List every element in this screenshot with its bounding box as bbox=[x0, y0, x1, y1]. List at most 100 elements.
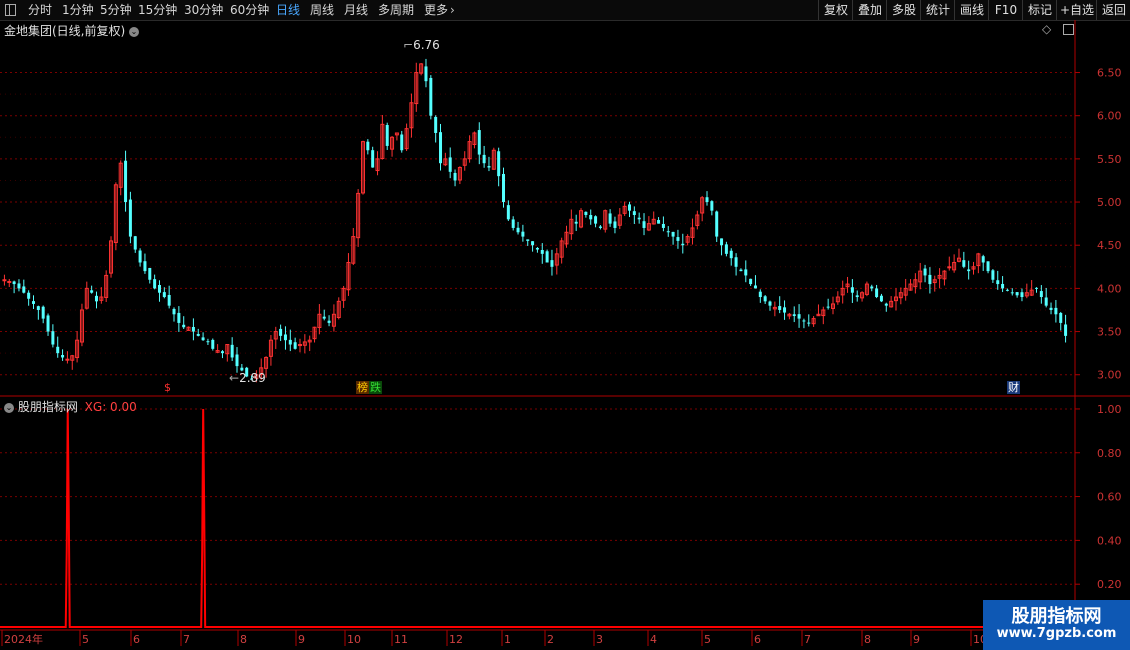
date-label: 5 bbox=[704, 633, 711, 646]
candle-body-down bbox=[51, 331, 55, 345]
candle-body-down bbox=[797, 314, 801, 319]
panel-controls: ◇ bbox=[1042, 22, 1075, 36]
watermark-logo: 股朋指标网 www.7gpzb.com bbox=[983, 600, 1130, 650]
candle-body-down bbox=[986, 261, 990, 272]
date-label: 2 bbox=[547, 633, 554, 646]
indicator-tick-label: 0.80 bbox=[1097, 447, 1122, 460]
candle-body-down bbox=[850, 287, 854, 293]
event-marker-finance[interactable]: 财 bbox=[1007, 381, 1020, 394]
candle-body-down bbox=[1039, 291, 1043, 298]
panel-toggle-icon[interactable] bbox=[1063, 24, 1075, 35]
indicator-tick-label: 0.20 bbox=[1097, 578, 1122, 591]
candle-body-down bbox=[598, 226, 602, 228]
candle-body-down bbox=[138, 250, 142, 263]
candle-body-down bbox=[439, 132, 443, 164]
candle-body-down bbox=[153, 279, 157, 289]
event-marker-dividend[interactable]: $ bbox=[163, 381, 172, 394]
date-label: 11 bbox=[394, 633, 408, 646]
indicator-tick-label: 0.60 bbox=[1097, 491, 1122, 504]
candle-body-down bbox=[535, 247, 539, 250]
candle-body-down bbox=[783, 307, 787, 313]
candle-body-down bbox=[172, 308, 176, 315]
candle-body-down bbox=[327, 320, 331, 323]
candle-body-down bbox=[792, 314, 796, 317]
candle-body-down bbox=[22, 286, 26, 293]
candle-body-down bbox=[744, 269, 748, 276]
price-tick-label: 3.50 bbox=[1097, 326, 1122, 339]
candle-body-down bbox=[177, 312, 181, 323]
candle-body-up bbox=[65, 358, 70, 361]
watermark-title: 股朋指标网 bbox=[1011, 606, 1102, 627]
candle-body-down bbox=[715, 211, 719, 237]
candle-body-down bbox=[482, 154, 486, 164]
price-tick-label: 6.50 bbox=[1097, 67, 1122, 80]
candle-body-down bbox=[31, 301, 35, 304]
candle-body-down bbox=[540, 250, 544, 254]
kline-chart[interactable]: 6.50 6.00 5.50 5.00 4.50 4.00 3.50 3.00 1.00 0.80… bbox=[0, 0, 1130, 650]
candle-body-down bbox=[293, 342, 297, 349]
candle-body-down bbox=[182, 324, 186, 328]
candle-body-down bbox=[666, 231, 670, 233]
candle-body-down bbox=[642, 221, 646, 228]
candle-body-down bbox=[1054, 307, 1058, 315]
candle-body-down bbox=[632, 211, 636, 215]
candle-body-down bbox=[506, 205, 510, 220]
date-label: 9 bbox=[298, 633, 305, 646]
candle-body-down bbox=[36, 306, 40, 310]
date-label: 5 bbox=[82, 633, 89, 646]
date-label: 6 bbox=[133, 633, 140, 646]
date-label: 8 bbox=[864, 633, 871, 646]
dropdown-icon[interactable]: ⌄ bbox=[129, 26, 140, 37]
candle-body-down bbox=[240, 367, 244, 371]
event-marker-drop[interactable]: 跌 bbox=[369, 381, 382, 394]
candle-body-down bbox=[1059, 312, 1063, 323]
candle-body-down bbox=[879, 295, 883, 302]
candle-body-down bbox=[1001, 283, 1005, 289]
price-tick-label: 5.00 bbox=[1097, 196, 1122, 209]
candle-body-down bbox=[739, 269, 743, 272]
indicator-title: ⌄ 股朋指标网 XG: 0.00 bbox=[4, 398, 137, 415]
candle-body-down bbox=[1010, 292, 1014, 294]
indicator-tick-label: 1.00 bbox=[1097, 403, 1122, 416]
date-label: 6 bbox=[754, 633, 761, 646]
candle-body-down bbox=[162, 292, 166, 298]
candle-body-down bbox=[477, 130, 481, 155]
candle-body-down bbox=[17, 283, 21, 289]
indicator-tick-label: 0.40 bbox=[1097, 534, 1122, 547]
candle-body-down bbox=[661, 223, 665, 228]
candle-body-down bbox=[608, 213, 612, 224]
candle-body-down bbox=[56, 346, 60, 354]
candle-body-down bbox=[27, 292, 31, 299]
candle-body-down bbox=[448, 157, 452, 172]
candle-body-down bbox=[366, 141, 370, 151]
date-label: 9 bbox=[913, 633, 920, 646]
candle-body-down bbox=[584, 211, 588, 215]
candle-body-down bbox=[220, 351, 224, 354]
candle-body-down bbox=[627, 204, 631, 211]
candle-body-down bbox=[928, 274, 932, 285]
candle-body-down bbox=[521, 231, 525, 237]
candle-body-down bbox=[855, 295, 859, 298]
candle-body-down bbox=[124, 160, 128, 203]
candle-body-down bbox=[322, 316, 326, 319]
candle-body-down bbox=[807, 322, 811, 324]
candle-body-down bbox=[594, 216, 598, 224]
candle-body-down bbox=[1035, 287, 1039, 289]
date-label: 1 bbox=[504, 633, 511, 646]
diamond-icon[interactable]: ◇ bbox=[1042, 22, 1051, 36]
candle-body-down bbox=[589, 215, 593, 220]
candle-body-down bbox=[235, 354, 239, 367]
candle-body-down bbox=[434, 116, 438, 133]
candle-body-down bbox=[157, 285, 161, 293]
candle-body-down bbox=[12, 281, 16, 285]
candle-body-down bbox=[1049, 307, 1053, 310]
date-label: 8 bbox=[240, 633, 247, 646]
date-label: 12 bbox=[449, 633, 463, 646]
event-marker-rank[interactable]: 榜 bbox=[356, 381, 369, 394]
dropdown-icon[interactable]: ⌄ bbox=[4, 402, 14, 413]
stock-title: 金地集团(日线,前复权) bbox=[4, 24, 126, 38]
candle-body-down bbox=[720, 238, 724, 246]
candle-body-down bbox=[400, 134, 404, 151]
candle-body-down bbox=[1015, 292, 1019, 296]
candle-body-down bbox=[681, 243, 685, 246]
